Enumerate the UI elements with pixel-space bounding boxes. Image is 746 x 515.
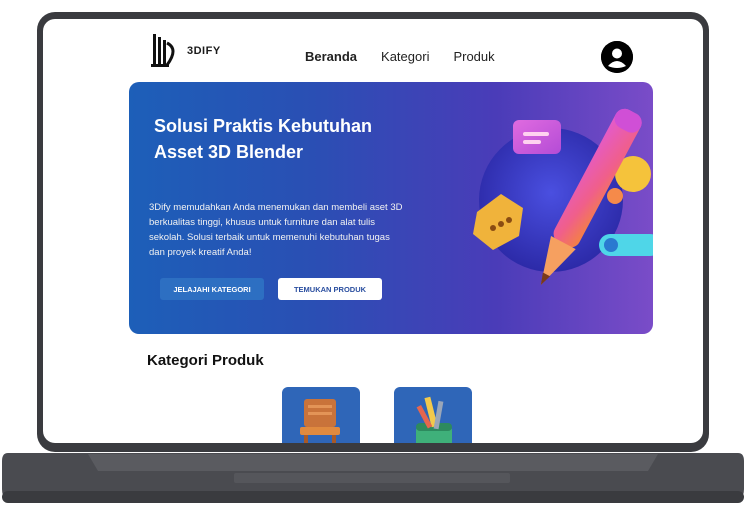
brand-logo[interactable]: 3DIFY <box>147 31 221 71</box>
nav-links: Beranda Kategori Produk <box>305 49 495 64</box>
hero-title: Solusi Praktis Kebutuhan Asset 3D Blende… <box>154 116 373 162</box>
chair-icon <box>300 399 340 443</box>
find-products-button[interactable]: TEMUKAN PRODUK <box>278 278 382 300</box>
user-icon <box>601 41 633 73</box>
nav-link-beranda[interactable]: Beranda <box>305 49 357 64</box>
laptop-base <box>2 453 744 503</box>
pencil-illustration-icon <box>473 108 653 285</box>
pencil-case-icon <box>416 396 452 443</box>
laptop-screen: 3DIFY Beranda Kategori Produk Solusi Pra… <box>43 19 703 443</box>
hero-banner: Solusi Praktis Kebutuhan Asset 3D Blende… <box>129 82 653 334</box>
category-card-furniture[interactable] <box>282 387 360 443</box>
logo-mark-icon <box>151 34 175 67</box>
navbar: 3DIFY Beranda Kategori Produk <box>43 19 703 83</box>
hero-description: 3Dify memudahkan Anda menemukan dan memb… <box>149 202 403 258</box>
nav-link-produk[interactable]: Produk <box>453 49 494 64</box>
category-section-title: Kategori Produk <box>147 352 264 369</box>
nav-link-kategori[interactable]: Kategori <box>381 49 429 64</box>
category-card-stationery[interactable] <box>394 387 472 443</box>
user-avatar[interactable] <box>601 41 633 73</box>
explore-categories-button[interactable]: JELAJAHI KATEGORI <box>160 278 264 300</box>
brand-name: 3DIFY <box>187 45 221 57</box>
